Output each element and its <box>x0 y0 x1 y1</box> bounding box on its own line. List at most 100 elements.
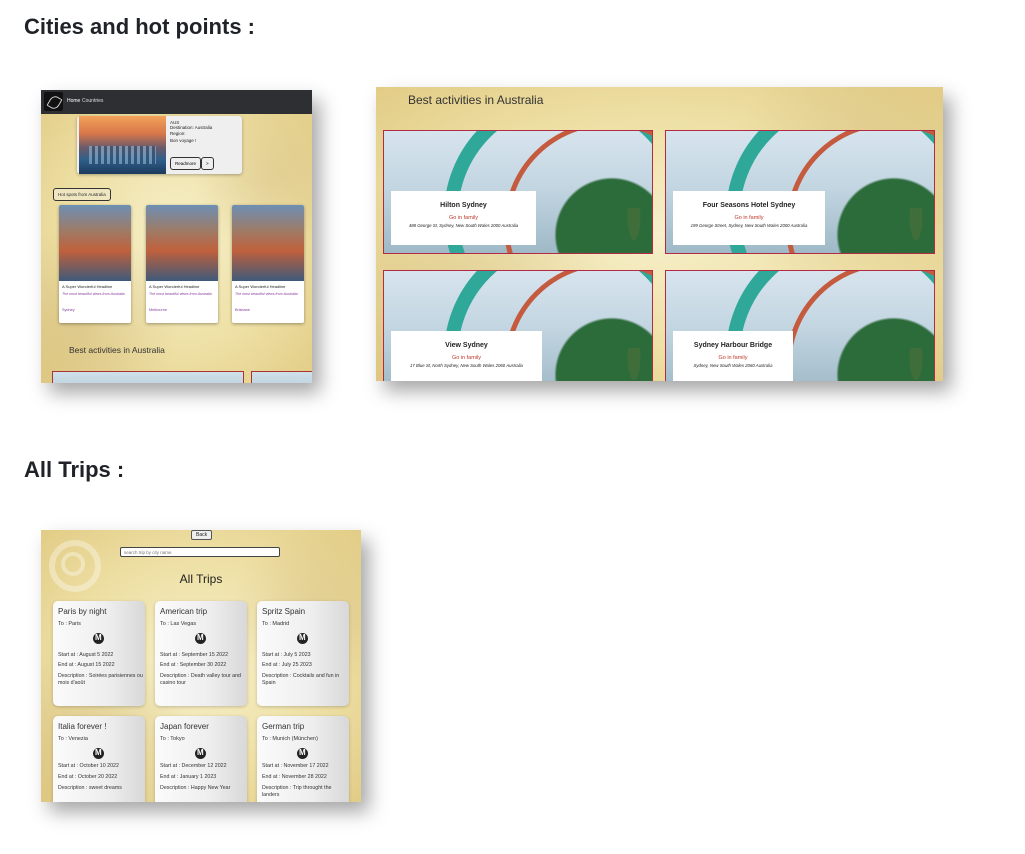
activity-card[interactable]: Sydney Harbour Bridge Go in family Sydne… <box>665 270 935 381</box>
trip-end: End at : August 15 2022 <box>58 662 115 668</box>
trip-name: American trip <box>160 607 208 616</box>
hot-card[interactable]: A Super Wonderful Headline The most beau… <box>146 205 218 323</box>
trip-card[interactable]: American trip To : Las Vegas Start at : … <box>155 601 247 706</box>
trip-card[interactable]: Paris by night To : Paris Start at : Aug… <box>53 601 145 706</box>
monument-icon <box>195 633 206 644</box>
activity-address: 488 George St, Sydney, New South Wales 2… <box>408 223 519 228</box>
trip-end: End at : January 1 2023 <box>160 774 217 780</box>
trip-destination: To : Munich (München) <box>262 736 318 742</box>
hot-card-title: A Super Wonderful Headline <box>62 284 113 289</box>
trip-destination: To : Paris <box>58 621 81 627</box>
activity-info: Four Seasons Hotel Sydney Go in family 1… <box>673 191 825 245</box>
city-card: AUS Destination: Australia Region: Bon v… <box>77 116 242 174</box>
back-button[interactable]: Back <box>191 530 213 540</box>
trip-description: Description : Death valley tour and casi… <box>160 673 241 686</box>
activity-card[interactable]: Four Seasons Hotel Sydney Go in family 1… <box>665 130 935 254</box>
hot-card-city[interactable]: Melbourne <box>149 308 167 312</box>
screenshot-all-trips: Back All Trips Paris by night To : Paris… <box>41 530 361 802</box>
trip-start: Start at : September 15 2022 <box>160 652 229 658</box>
hot-card[interactable]: A Super Wonderful Headline The most beau… <box>232 205 304 323</box>
activity-card-preview[interactable] <box>52 371 244 383</box>
trip-destination: To : Tokyo <box>160 736 185 742</box>
monument-icon <box>93 748 104 759</box>
trip-destination: To : Venezia <box>58 736 88 742</box>
activity-card[interactable]: View Sydney Go in family 17 Blue St, Nor… <box>383 270 653 381</box>
activity-info: Hilton Sydney Go in family 488 George St… <box>391 191 536 245</box>
trip-description: Description : Cocktails and fun in Spain <box>262 673 340 686</box>
trip-name: Spritz Spain <box>262 607 306 616</box>
activity-family: Go in family <box>718 355 748 361</box>
trip-card[interactable]: Japan forever To : Tokyo Start at : Dece… <box>155 716 247 802</box>
monument-icon <box>195 748 206 759</box>
activity-address: 199 George Street, Sydney, New South Wal… <box>690 223 808 228</box>
city-image <box>79 116 166 174</box>
trip-end: End at : July 25 2023 <box>262 662 312 668</box>
trip-end: End at : November 28 2022 <box>262 774 327 780</box>
trip-name: Italia forever ! <box>58 722 107 731</box>
trip-description: Description : Happy New Year <box>160 785 231 791</box>
activity-name: Hilton Sydney <box>440 202 487 209</box>
arrow-button[interactable]: > <box>201 157 214 170</box>
activity-name: Sydney Harbour Bridge <box>693 342 773 349</box>
palm-tree <box>624 208 644 253</box>
monument-icon <box>297 748 308 759</box>
trip-end: End at : September 30 2022 <box>160 662 227 668</box>
best-activities-heading: Best activities in Australia <box>69 345 165 355</box>
activity-family: Go in family <box>451 355 482 361</box>
nav-countries[interactable]: Countries <box>82 98 103 104</box>
search-input[interactable] <box>120 547 280 557</box>
hot-card-title: A Super Wonderful Headline <box>149 284 200 289</box>
page-title: All Trips <box>179 572 223 586</box>
section-title-trips: All Trips : <box>24 457 125 482</box>
trip-description: Description : Soirées parisiennes ou moi… <box>58 673 143 686</box>
trip-start: Start at : November 17 2022 <box>262 763 329 769</box>
screenshot-country-page: Home Countries AUS Destination: Australi… <box>41 90 312 383</box>
hot-card-title: A Super Wonderful Headline <box>235 284 286 289</box>
monument-icon <box>93 633 104 644</box>
trip-start: Start at : December 12 2022 <box>160 763 227 769</box>
trip-description: Description : Trip throught the landers <box>262 785 332 798</box>
palm-tree <box>624 348 644 381</box>
palm-tree <box>906 208 926 253</box>
logo-icon <box>44 92 63 111</box>
trip-start: Start at : August 5 2022 <box>58 652 114 658</box>
hot-card-desc: The most beautiful views from Australia <box>149 292 212 296</box>
trip-start: Start at : July 5 2023 <box>262 652 311 658</box>
hot-card-image <box>59 205 131 281</box>
hot-spots-button[interactable]: Hot spots from Australia <box>53 188 111 201</box>
nav-home[interactable]: Home <box>67 98 80 104</box>
hot-card-city[interactable]: Brisbane <box>235 308 250 312</box>
trip-destination: To : Las Vegas <box>160 621 197 627</box>
city-voyage: Bon voyage ! <box>170 138 197 143</box>
section-title-cities: Cities and hot points : <box>24 14 255 39</box>
hot-card[interactable]: A Super Wonderful Headline The most beau… <box>59 205 131 323</box>
hot-card-image <box>232 205 304 281</box>
trip-card[interactable]: Italia forever ! To : Venezia Start at :… <box>53 716 145 802</box>
trip-name: Japan forever <box>160 722 209 731</box>
trip-description: Description : sweet dreams <box>58 785 122 791</box>
trip-name: Paris by night <box>58 607 107 616</box>
hot-card-city[interactable]: Sydney <box>62 308 75 312</box>
palm-tree <box>906 348 926 381</box>
activity-info: View Sydney Go in family 17 Blue St, Nor… <box>391 331 542 381</box>
hot-card-desc: The most beautiful views from Australia <box>62 292 125 296</box>
navbar: Home Countries <box>41 90 312 114</box>
trip-card[interactable]: German trip To : Munich (München) Start … <box>257 716 349 802</box>
activity-family: Go in family <box>734 215 764 221</box>
trip-start: Start at : October 10 2022 <box>58 763 119 769</box>
activity-card[interactable]: Hilton Sydney Go in family 488 George St… <box>383 130 653 254</box>
trip-end: End at : October 20 2022 <box>58 774 118 780</box>
activity-card-preview[interactable] <box>251 371 312 383</box>
trip-card[interactable]: Spritz Spain To : Madrid Start at : July… <box>257 601 349 706</box>
city-region: Region: <box>170 131 186 136</box>
readmore-button[interactable]: Readmore <box>170 157 202 170</box>
city-destination: Destination: Australia <box>170 125 213 130</box>
activity-address: 17 Blue St, North Sydney, New South Wale… <box>410 363 523 368</box>
hot-card-desc: The most beautiful views from Australia <box>235 292 298 296</box>
activity-info: Sydney Harbour Bridge Go in family Sydne… <box>673 331 793 381</box>
activity-name: Four Seasons Hotel Sydney <box>702 202 796 209</box>
trip-destination: To : Madrid <box>262 621 290 627</box>
monument-icon <box>297 633 308 644</box>
best-activities-heading: Best activities in Australia <box>408 93 544 107</box>
screenshot-activities: Best activities in Australia Hilton Sydn… <box>376 87 943 381</box>
